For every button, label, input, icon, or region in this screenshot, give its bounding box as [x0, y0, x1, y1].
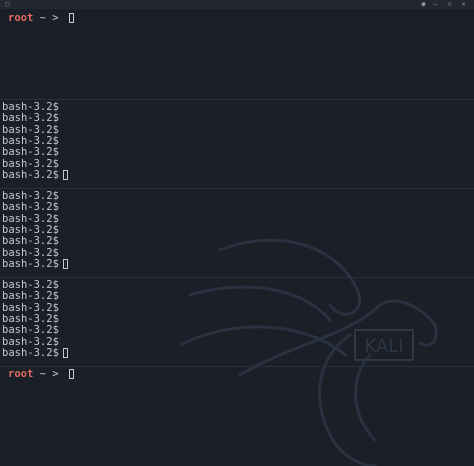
prompt-text: bash-3.2$ — [2, 335, 59, 348]
maximize-icon[interactable]: ◇ — [446, 1, 453, 8]
prompt-text: bash-3.2$ — [2, 257, 59, 270]
bash-prompt-line: bash-3.2$ — [2, 257, 68, 270]
text-cursor — [62, 258, 68, 269]
title-bar: ▢ ● – ◇ ✕ — [0, 0, 474, 9]
prompt-user: root — [8, 368, 34, 380]
prompt-text: bash-3.2$ — [2, 201, 59, 214]
prompt-path: ~ > — [33, 12, 65, 24]
prompt-path: ~ > — [33, 368, 65, 380]
prompt-text: bash-3.2$ — [2, 112, 59, 125]
bash-prompt-line: bash-3.2$ — [2, 346, 68, 359]
bash-prompt-line: bash-3.2$ — [2, 168, 68, 181]
terminal-pane-3[interactable]: bash-3.2$ bash-3.2$ bash-3.2$ bash-3.2$ bash… — [0, 188, 474, 277]
window-icon[interactable]: ▢ — [4, 1, 11, 8]
text-cursor — [62, 347, 68, 358]
text-cursor — [68, 13, 74, 23]
terminal-pane-4[interactable]: bash-3.2$ bash-3.2$ bash-3.2$ bash-3.2$ bash… — [0, 277, 474, 366]
minimize-icon[interactable]: – — [432, 1, 439, 8]
terminal-window: ▢ ● – ◇ ✕ KALI root ~ > bash-3.2$ bash-3.… — [0, 0, 474, 466]
prompt-text: bash-3.2$ — [2, 168, 59, 181]
prompt-text: bash-3.2$ — [2, 212, 59, 225]
prompt-text: bash-3.2$ — [2, 290, 59, 303]
prompt-text: bash-3.2$ — [2, 301, 59, 314]
prompt-text: bash-3.2$ — [2, 157, 59, 170]
prompt-text: bash-3.2$ — [2, 346, 59, 359]
prompt-user: root — [8, 12, 34, 24]
prompt-text: bash-3.2$ — [2, 312, 59, 325]
text-cursor — [62, 169, 68, 180]
prompt-text: bash-3.2$ — [2, 123, 59, 136]
prompt-text: bash-3.2$ — [2, 134, 59, 147]
prompt-text: bash-3.2$ — [2, 190, 59, 202]
prompt-text: bash-3.2$ — [2, 279, 59, 291]
zsh-prompt-line: root ~ > — [8, 369, 74, 380]
prompt-text: bash-3.2$ — [2, 146, 59, 159]
prompt-text: bash-3.2$ — [2, 223, 59, 236]
terminal-pane-1[interactable]: root ~ > — [0, 9, 474, 99]
terminal-pane-5[interactable]: root ~ > — [0, 366, 474, 466]
close-icon[interactable]: ✕ — [460, 1, 467, 8]
prompt-text: bash-3.2$ — [2, 324, 59, 337]
notification-icon[interactable]: ● — [420, 1, 427, 8]
text-cursor — [68, 369, 74, 379]
terminal-pane-2[interactable]: bash-3.2$ bash-3.2$ bash-3.2$ bash-3.2$ bash… — [0, 99, 474, 188]
prompt-text: bash-3.2$ — [2, 246, 59, 259]
prompt-text: bash-3.2$ — [2, 235, 59, 248]
zsh-prompt-line: root ~ > — [8, 13, 74, 24]
prompt-text: bash-3.2$ — [2, 101, 59, 113]
